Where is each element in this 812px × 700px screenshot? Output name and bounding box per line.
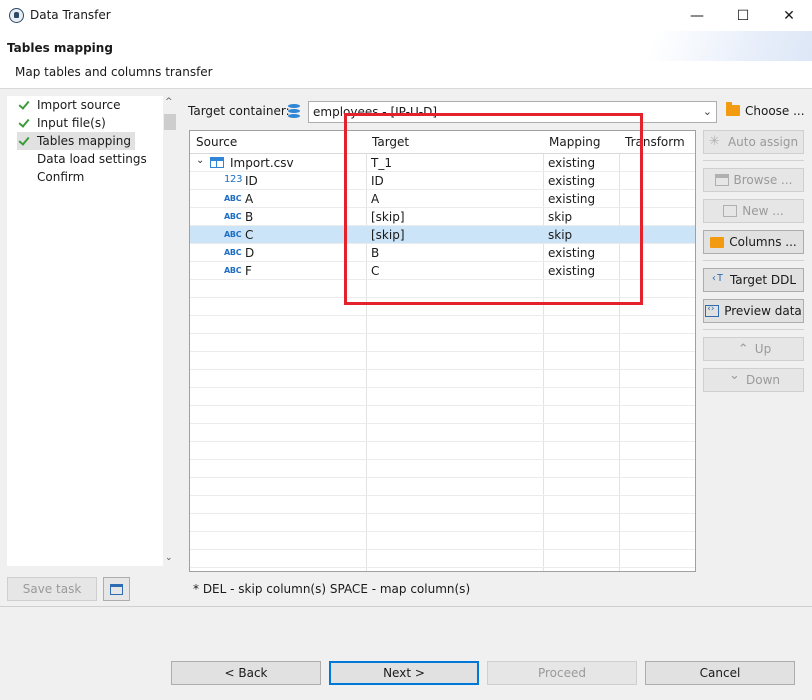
- step-tables-mapping[interactable]: Tables mapping: [17, 132, 135, 150]
- window-title: Data Transfer: [30, 8, 111, 22]
- chevron-down-icon: [727, 368, 741, 386]
- text-type-icon: ABC: [224, 212, 242, 221]
- number-type-icon: 123: [224, 174, 243, 185]
- wizard-header: Tables mapping Map tables and columns tr…: [0, 31, 812, 89]
- columns-icon: [710, 236, 725, 248]
- steps-scrollbar[interactable]: ^ ⌄: [163, 96, 177, 566]
- browse-label: Browse ...: [733, 173, 793, 187]
- table-icon: [210, 157, 224, 168]
- up-label: Up: [754, 342, 772, 356]
- page-title: Tables mapping: [7, 41, 113, 55]
- maximize-button[interactable]: ☐: [720, 0, 766, 31]
- chevron-down-icon[interactable]: ⌄: [703, 105, 712, 118]
- preview-icon: [705, 304, 720, 317]
- step-label: Data load settings: [37, 152, 147, 166]
- auto-assign-label: Auto assign: [727, 135, 799, 149]
- new-table-icon: [723, 205, 738, 217]
- step-import-source[interactable]: Import source: [17, 96, 125, 114]
- step-confirm[interactable]: Confirm: [17, 168, 88, 186]
- back-button[interactable]: < Back: [171, 661, 321, 685]
- step-label: Import source: [37, 98, 121, 112]
- check-icon: [17, 135, 29, 147]
- preview-data-label: Preview data: [724, 304, 802, 318]
- preview-data-button[interactable]: Preview data: [703, 299, 804, 323]
- check-icon: [17, 117, 29, 129]
- header-decoration: [644, 31, 812, 61]
- source-cell: C: [245, 228, 254, 242]
- scroll-thumb[interactable]: [164, 114, 176, 130]
- text-type-icon: ABC: [224, 230, 242, 239]
- step-label: Tables mapping: [37, 134, 131, 148]
- source-cell: ID: [245, 174, 258, 188]
- page-subtitle: Map tables and columns transfer: [15, 65, 213, 79]
- step-input-files[interactable]: Input file(s): [17, 114, 110, 132]
- source-cell: D: [245, 246, 255, 260]
- down-label: Down: [745, 373, 780, 387]
- browse-icon: [714, 174, 729, 186]
- source-cell: F: [245, 264, 252, 278]
- columns-button[interactable]: Columns ...: [703, 230, 804, 254]
- new-button[interactable]: New ...: [703, 199, 804, 223]
- text-type-icon: ABC: [224, 266, 242, 275]
- up-button[interactable]: Up: [703, 337, 804, 361]
- app-icon: [9, 8, 24, 23]
- wizard-steps-list: Import source Input file(s) Tables mappi…: [7, 96, 177, 566]
- scroll-down-icon[interactable]: ⌄: [165, 553, 173, 563]
- check-icon: [17, 99, 29, 111]
- expand-icon[interactable]: ⌄: [196, 155, 204, 166]
- down-button[interactable]: Down: [703, 368, 804, 392]
- text-type-icon: ABC: [224, 194, 242, 203]
- title-bar: Data Transfer — ☐ ✕: [0, 0, 812, 31]
- step-label: Input file(s): [37, 116, 106, 130]
- ddl-icon: [711, 273, 725, 286]
- next-button[interactable]: Next >: [329, 661, 479, 685]
- browse-button[interactable]: Browse ...: [703, 168, 804, 192]
- new-label: New ...: [742, 204, 784, 218]
- keyboard-hint: * DEL - skip column(s) SPACE - map colum…: [193, 582, 471, 596]
- source-cell: A: [245, 192, 254, 206]
- close-button[interactable]: ✕: [766, 0, 812, 31]
- highlight-annotation-box: [344, 113, 643, 305]
- folder-icon[interactable]: [726, 102, 740, 116]
- save-config-icon: [110, 583, 123, 595]
- database-icon: [288, 104, 300, 118]
- columns-label: Columns ...: [729, 235, 797, 249]
- save-task-button[interactable]: Save task: [7, 577, 97, 601]
- proceed-button[interactable]: Proceed: [487, 661, 637, 685]
- text-type-icon: ABC: [224, 248, 242, 257]
- target-ddl-label: Target DDL: [729, 273, 797, 287]
- task-config-button[interactable]: [103, 577, 130, 601]
- step-data-load-settings[interactable]: Data load settings: [17, 150, 151, 168]
- auto-assign-button[interactable]: Auto assign: [703, 130, 804, 154]
- source-cell: B: [245, 210, 254, 224]
- scroll-up-icon[interactable]: ^: [165, 97, 173, 107]
- cancel-button[interactable]: Cancel: [645, 661, 795, 685]
- step-label: Confirm: [37, 170, 85, 184]
- column-header-source[interactable]: Source: [196, 135, 237, 149]
- choose-container-button[interactable]: Choose ...: [745, 104, 805, 118]
- minimize-button[interactable]: —: [674, 0, 720, 31]
- target-container-label: Target container:: [188, 104, 290, 118]
- auto-assign-icon: [709, 134, 723, 149]
- chevron-up-icon: [736, 342, 750, 357]
- target-ddl-button[interactable]: Target DDL: [703, 268, 804, 292]
- source-cell: Import.csv: [230, 156, 294, 170]
